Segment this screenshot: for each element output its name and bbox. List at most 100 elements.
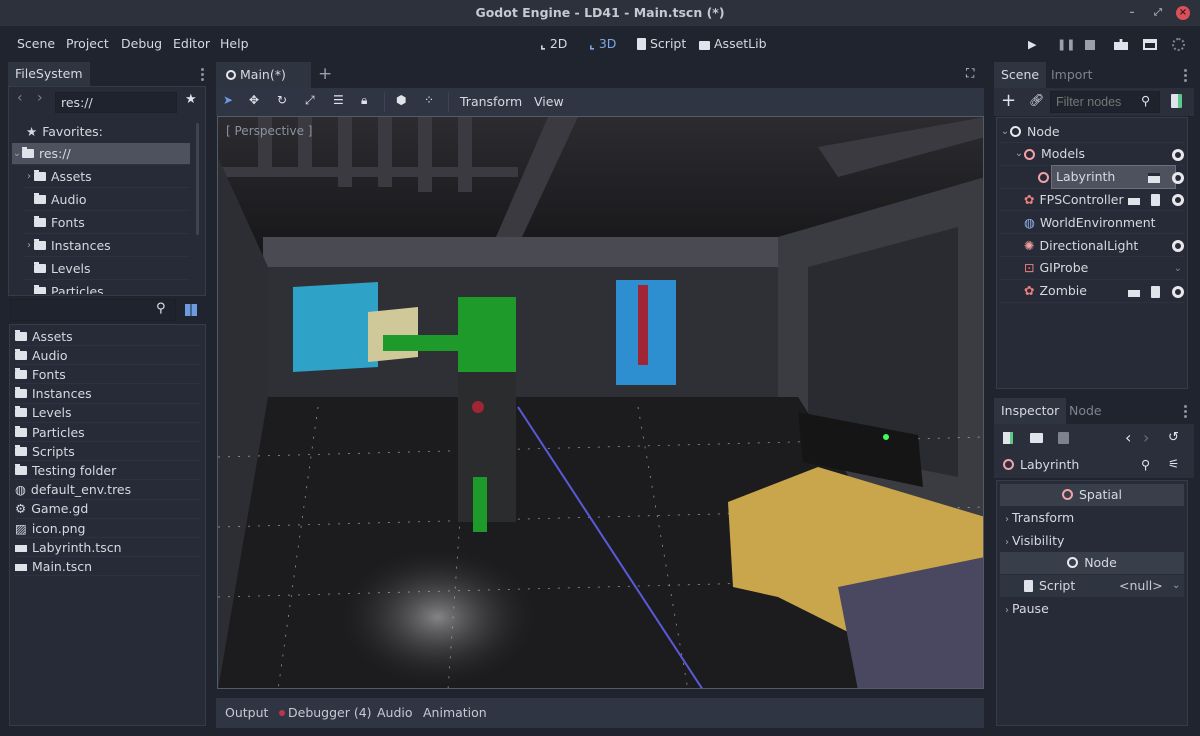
group-pause[interactable]: › Pause [1002,598,1049,620]
inspector-menu-icon[interactable] [1182,405,1188,420]
mode-3d-button[interactable]: ⌞ 3D [589,36,616,51]
tree-item-fonts[interactable]: Fonts [24,212,190,234]
chevron-right-icon[interactable]: › [24,166,34,188]
tab-filesystem[interactable]: FileSystem [8,62,90,86]
search-icon[interactable]: ⚲ [156,301,166,316]
path-field[interactable]: res:// [55,92,177,113]
maximize-icon[interactable]: ⤢ [1152,7,1164,19]
lock-icon[interactable]: 🔒︎ [361,93,367,108]
file-search-input[interactable] [10,299,176,321]
tab-animation[interactable]: Animation [423,705,487,720]
play-icon[interactable]: ▶ [1028,38,1036,51]
menu-debug[interactable]: Debug [121,36,162,51]
move-tool-icon[interactable]: ✥ [249,93,259,107]
property-script-value[interactable]: <null> [1119,575,1163,597]
file-list-item[interactable]: ◍ default_env.tres [15,481,200,500]
distraction-free-icon[interactable]: ⛶ [966,66,974,81]
visibility-eye-icon[interactable] [1172,148,1184,161]
list-select-icon[interactable]: ☰ [333,93,344,107]
tree-item-audio[interactable]: Audio [24,189,190,211]
file-list-item[interactable]: ⚙ Game.gd [15,500,200,519]
scene-dock-menu-icon[interactable] [1182,69,1188,84]
chevron-down-icon[interactable]: ⌄ [1172,575,1180,597]
forward-icon[interactable]: › [37,90,43,106]
add-node-icon[interactable]: + [1001,90,1016,111]
tree-item-instances[interactable]: › Instances [24,235,190,257]
visibility-eye-icon[interactable] [1172,194,1184,207]
tree-item-levels[interactable]: Levels [24,258,190,280]
viewport-perspective-label[interactable]: [ Perspective ] [226,124,313,138]
menu-help[interactable]: Help [220,36,249,51]
tree-item-particles[interactable]: Particles [24,281,190,294]
script-icon[interactable] [1151,285,1160,298]
menu-project[interactable]: Project [66,36,109,51]
tree-item-favorites[interactable]: ★ Favorites: [12,121,190,143]
mode-script-button[interactable]: Script [637,36,686,51]
open-instance-icon[interactable] [1148,172,1160,183]
file-list-item[interactable]: Audio [15,346,200,366]
scene-node-giprobe[interactable]: ⊡ GIProbe ⌄ [1000,258,1184,280]
tab-import[interactable]: Import [1044,62,1100,88]
local-space-icon[interactable]: ⬢ [396,93,406,107]
open-resource-icon[interactable] [1030,433,1043,443]
scene-node-models[interactable]: ⌄ Models [1000,144,1184,166]
scene-node-fpscontroller[interactable]: ✿ FPSController [1000,189,1184,212]
play-custom-scene-icon[interactable] [1143,39,1157,50]
stop-icon[interactable] [1085,40,1095,50]
filesystem-menu-icon[interactable] [199,68,205,83]
view-menu[interactable]: View [534,94,564,109]
script-icon[interactable] [1151,194,1160,207]
visibility-eye-icon[interactable] [1172,171,1184,184]
visibility-eye-icon[interactable] [1172,240,1184,252]
file-list-item[interactable]: Fonts [15,365,200,385]
tab-audio[interactable]: Audio [377,705,413,720]
tab-node[interactable]: Node [1062,398,1109,424]
search-icon[interactable]: ⚲ [1141,457,1150,472]
file-list-item[interactable]: Main.tscn [15,557,200,577]
file-list-item[interactable]: Levels [15,404,200,423]
tab-inspector[interactable]: Inspector [994,398,1067,424]
file-list-item[interactable]: Scripts [15,442,200,462]
open-instance-icon[interactable] [1128,286,1140,297]
tree-item-res[interactable]: ⌄ res:// [12,143,190,165]
attach-script-icon[interactable] [1171,94,1182,108]
select-tool-icon[interactable]: ➤ [223,93,233,107]
grid-view-icon[interactable] [185,304,197,316]
scale-tool-icon[interactable]: ⤢ [305,93,315,108]
new-resource-icon[interactable] [1003,432,1013,444]
transform-menu[interactable]: Transform [460,94,522,109]
save-resource-icon[interactable] [1058,432,1069,444]
object-history-icon[interactable]: ↺ [1168,430,1179,445]
mode-2d-button[interactable]: ⌞ 2D [540,36,567,51]
scene-node-worldenvironment[interactable]: ◍ WorldEnvironment [1000,212,1184,235]
history-forward-icon[interactable]: › [1143,428,1149,447]
pause-icon[interactable]: ❚❚ [1057,38,1075,51]
file-list-item[interactable]: Instances [15,385,200,404]
group-transform[interactable]: › Transform [1002,507,1074,529]
scene-node-directionallight[interactable]: ✺ DirectionalLight [1000,235,1184,257]
favorite-star-icon[interactable]: ★ [185,92,197,107]
file-list-item[interactable]: Particles [15,423,200,442]
history-back-icon[interactable]: ‹ [1125,428,1131,447]
scene-node-zombie[interactable]: ✿ Zombie [1000,281,1184,303]
tab-main[interactable]: Main(*) ✕ [216,62,311,108]
tree-scrollbar[interactable] [196,123,199,235]
chevron-down-icon[interactable]: ⌄ [12,143,22,165]
chevron-down-icon[interactable]: ⌄ [1014,143,1024,165]
menu-editor[interactable]: Editor [173,36,210,51]
chevron-down-icon[interactable]: ⌄ [1000,121,1010,143]
tree-item-assets[interactable]: › Assets [24,166,190,188]
object-settings-icon[interactable]: ⚟ [1168,456,1179,471]
3d-viewport[interactable]: [ Perspective ] [217,116,984,689]
rotate-tool-icon[interactable]: ↻ [277,93,287,107]
back-icon[interactable]: ‹ [17,90,23,106]
visibility-eye-icon[interactable] [1172,285,1184,298]
minimize-icon[interactable]: – [1126,7,1138,19]
add-tab-icon[interactable]: + [318,64,332,84]
file-list-item[interactable]: Labyrinth.tscn [15,538,200,558]
group-visibility[interactable]: › Visibility [1002,530,1064,552]
scene-node-node[interactable]: ⌄ Node [1000,121,1184,143]
chevron-down-icon[interactable]: ⌄ [1174,258,1182,280]
file-list-item[interactable]: ▨ icon.png [15,519,200,538]
inspected-object[interactable]: Labyrinth [1003,457,1079,472]
